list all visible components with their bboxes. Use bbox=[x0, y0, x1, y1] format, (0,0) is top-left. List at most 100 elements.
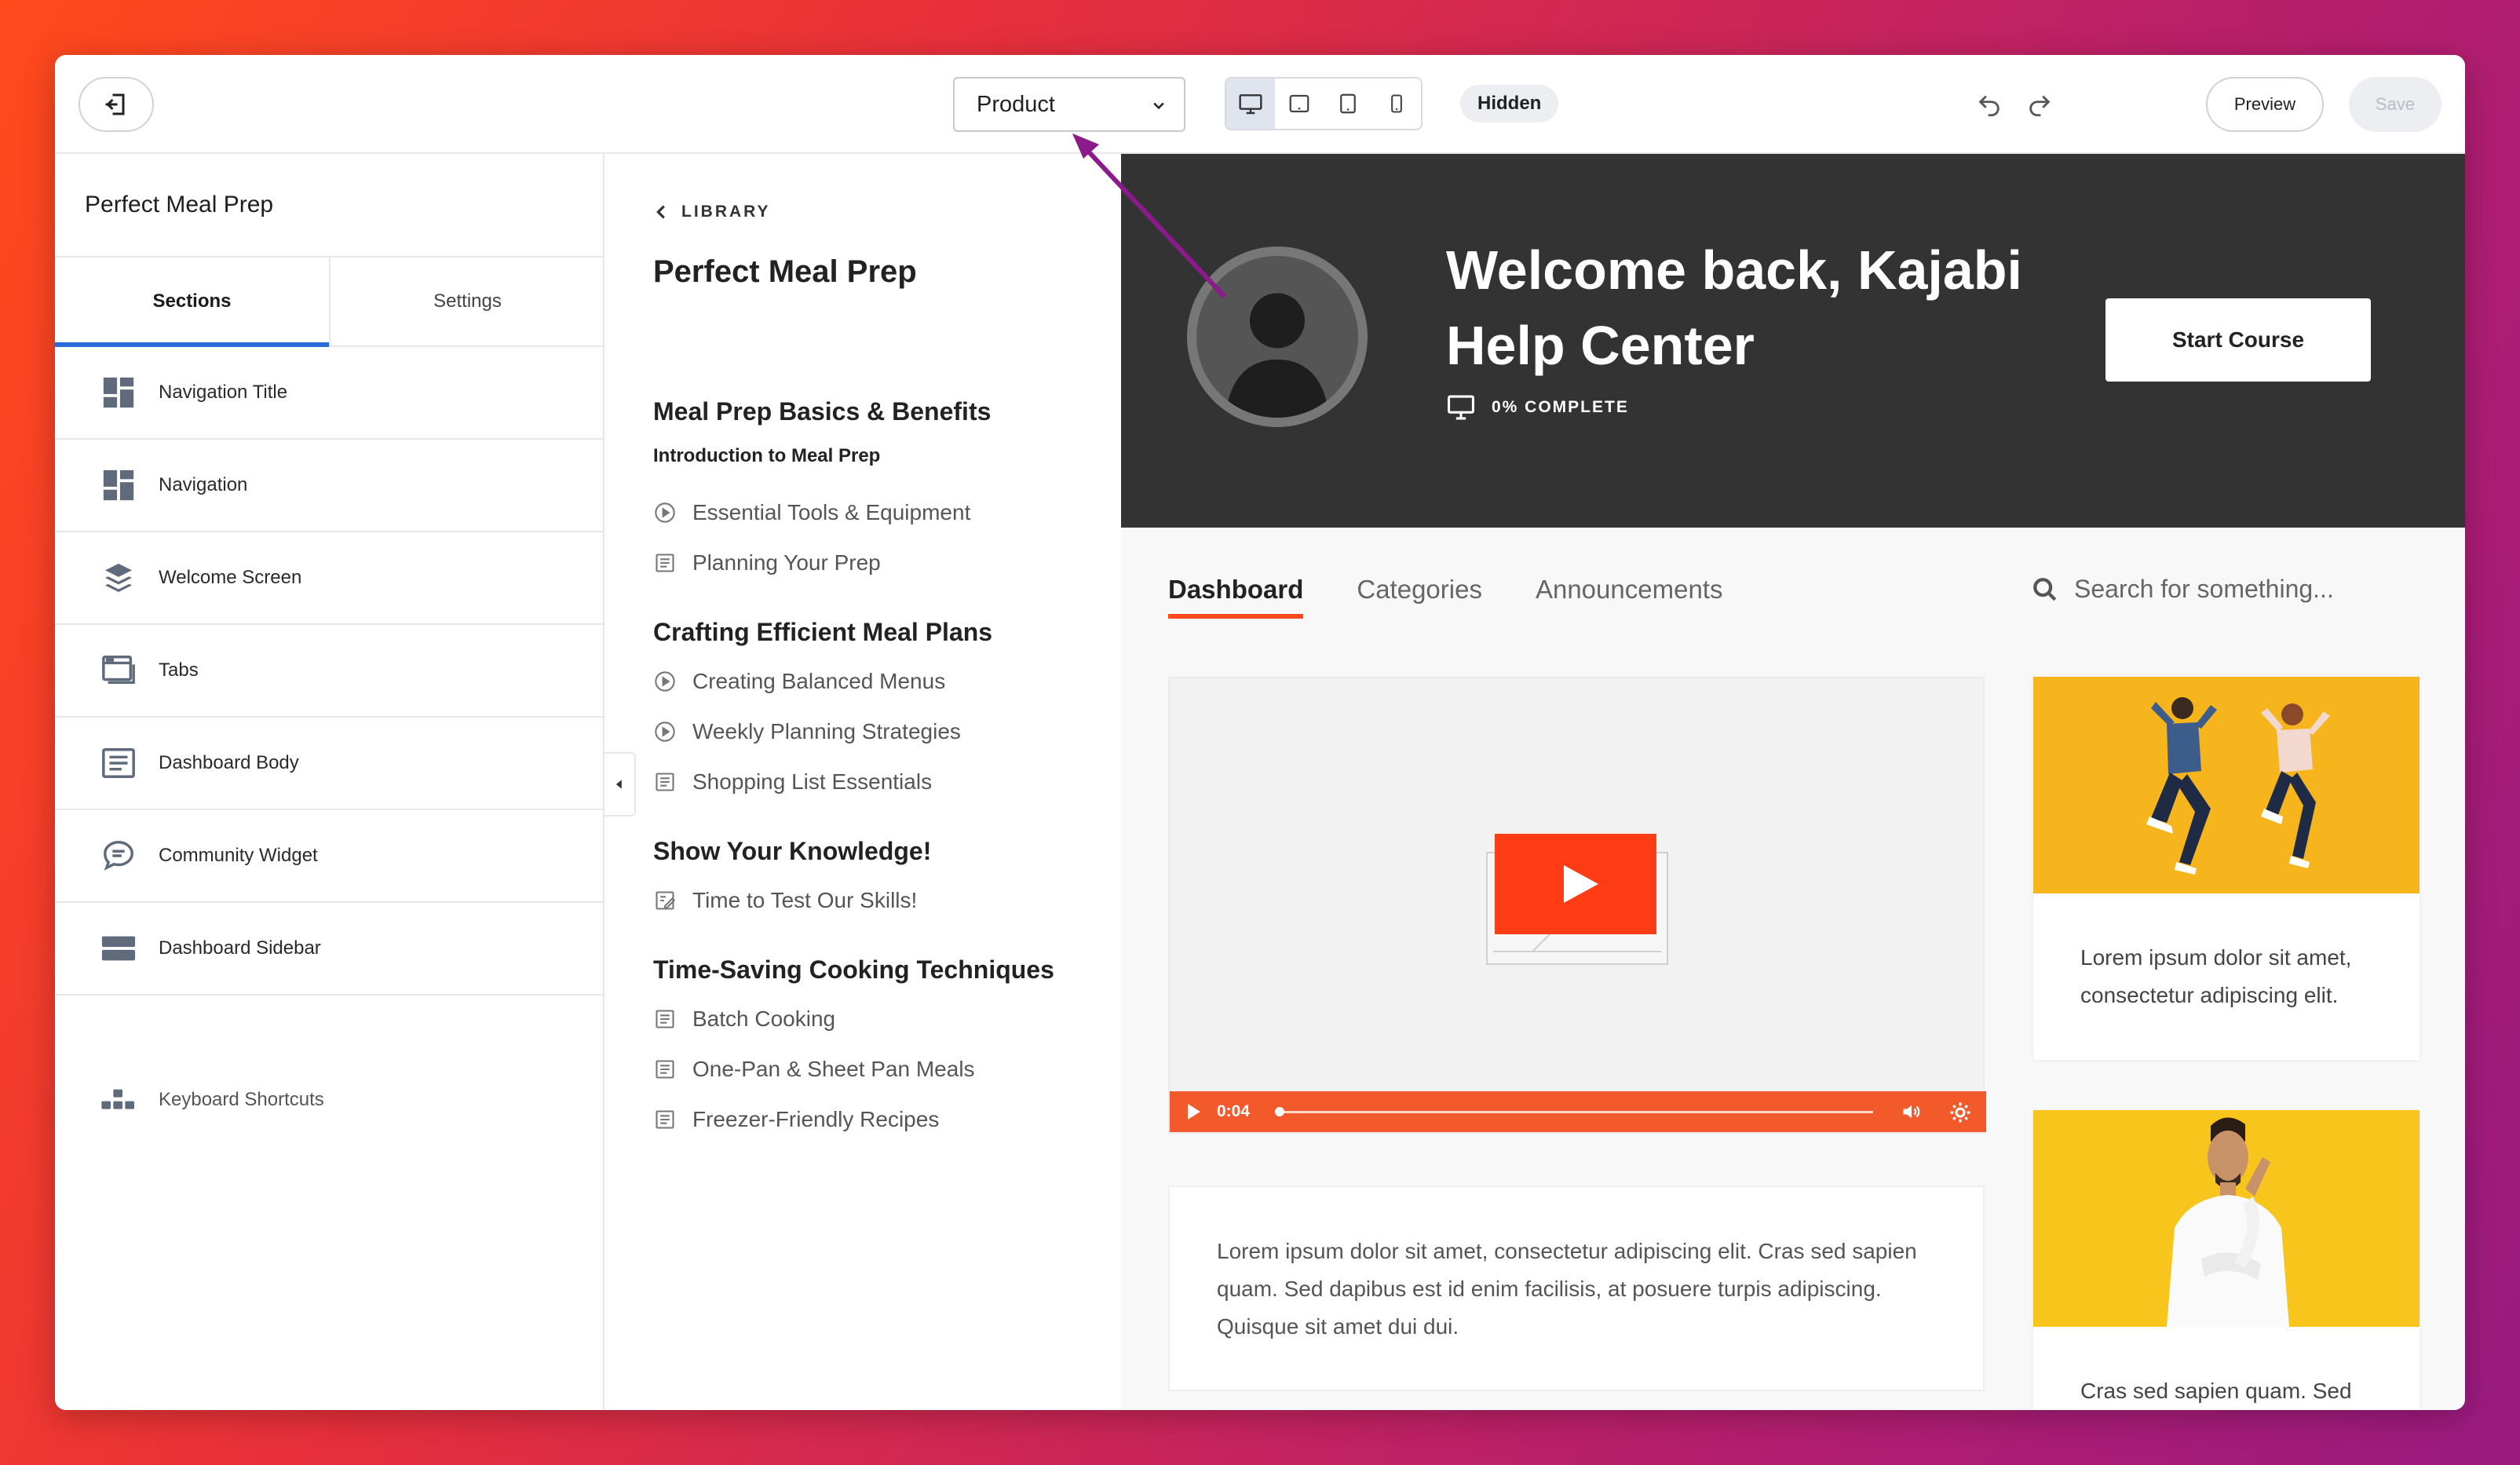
text-doc-icon bbox=[653, 1058, 677, 1081]
lesson-label: Weekly Planning Strategies bbox=[692, 719, 961, 743]
start-course-button[interactable]: Start Course bbox=[2105, 298, 2371, 382]
chat-icon bbox=[99, 836, 138, 875]
section-item-navigation[interactable]: Navigation bbox=[55, 440, 604, 532]
device-tablet-landscape-button[interactable] bbox=[1275, 79, 1324, 129]
lesson-item[interactable]: Time to Test Our Skills! bbox=[653, 875, 1108, 926]
page-type-select[interactable]: Product bbox=[953, 77, 1185, 132]
library-back-label: LIBRARY bbox=[681, 203, 771, 221]
undo-button[interactable] bbox=[1970, 86, 2008, 124]
section-item-navigation-title[interactable]: Navigation Title bbox=[55, 347, 604, 440]
video-progress-track[interactable] bbox=[1280, 1111, 1873, 1113]
tab-categories[interactable]: Categories bbox=[1357, 575, 1482, 617]
search-icon bbox=[2033, 577, 2057, 601]
preview-button[interactable]: Preview bbox=[2206, 77, 2324, 132]
course-library-panel: LIBRARY Perfect Meal Prep Meal Prep Basi… bbox=[606, 154, 1121, 1410]
submodule-title[interactable]: Introduction to Meal Prep bbox=[653, 445, 1108, 467]
visibility-badge[interactable]: Hidden bbox=[1460, 85, 1559, 122]
welcome-hero: Welcome back, Kajabi Help Center 0% COMP… bbox=[1121, 154, 2465, 528]
keyboard-icon bbox=[101, 1089, 134, 1109]
section-item-label: Dashboard Body bbox=[159, 752, 299, 773]
course-progress: 0% COMPLETE bbox=[1446, 394, 1629, 421]
lesson-item[interactable]: Creating Balanced Menus bbox=[653, 656, 1108, 707]
lesson-label: Batch Cooking bbox=[692, 1007, 836, 1031]
play-circle-icon bbox=[653, 720, 677, 743]
video-player[interactable]: 0:04 bbox=[1168, 677, 1986, 1134]
layers-icon bbox=[99, 558, 138, 597]
sidebar-tabs: Sections Settings bbox=[55, 256, 604, 347]
section-item-label: Tabs bbox=[159, 659, 199, 681]
keyboard-shortcuts-label: Keyboard Shortcuts bbox=[159, 1089, 324, 1110]
card-text: Lorem ipsum dolor sit amet, consectetur … bbox=[2080, 945, 2352, 1007]
library-outline: Meal Prep Basics & Benefits Introduction… bbox=[653, 374, 1108, 1145]
layout-icon bbox=[99, 466, 138, 505]
caret-left-icon bbox=[615, 780, 622, 789]
text-doc-icon bbox=[653, 1007, 677, 1031]
card-text: Cras sed sapien quam. Sed bbox=[2080, 1379, 2352, 1403]
tablet-portrait-icon bbox=[1340, 93, 1356, 114]
section-item-community-widget[interactable]: Community Widget bbox=[55, 810, 604, 903]
collapse-panel-button[interactable] bbox=[604, 752, 636, 817]
device-mobile-button[interactable] bbox=[1372, 79, 1421, 129]
module-title[interactable]: Time-Saving Cooking Techniques bbox=[653, 955, 1108, 985]
tab-settings[interactable]: Settings bbox=[329, 258, 604, 345]
lesson-item[interactable]: Weekly Planning Strategies bbox=[653, 707, 1108, 757]
sidebar-card: Lorem ipsum dolor sit amet, consectetur … bbox=[2033, 677, 2420, 1060]
tab-announcements[interactable]: Announcements bbox=[1536, 575, 1723, 617]
module-title[interactable]: Meal Prep Basics & Benefits bbox=[653, 397, 1108, 426]
lesson-item[interactable]: Planning Your Prep bbox=[653, 538, 1108, 588]
video-progress-knob[interactable] bbox=[1275, 1107, 1284, 1116]
text-doc-icon bbox=[653, 770, 677, 794]
tablet-landscape-icon bbox=[1289, 94, 1309, 113]
play-circle-icon bbox=[653, 670, 677, 693]
volume-icon[interactable] bbox=[1900, 1101, 1923, 1123]
device-desktop-button[interactable] bbox=[1226, 79, 1275, 129]
lesson-item[interactable]: Shopping List Essentials bbox=[653, 757, 1108, 807]
gear-icon[interactable] bbox=[1948, 1101, 1972, 1124]
video-placeholder-icon bbox=[1486, 834, 1668, 965]
search-placeholder: Search for something... bbox=[2074, 575, 2334, 603]
browser-tabs-icon bbox=[99, 651, 138, 690]
user-silhouette-icon bbox=[1225, 293, 1329, 418]
text-doc-icon bbox=[653, 1108, 677, 1131]
exit-icon bbox=[105, 93, 125, 115]
play-icon[interactable] bbox=[1185, 1102, 1203, 1121]
section-item-label: Community Widget bbox=[159, 845, 318, 866]
card-image bbox=[2033, 1110, 2420, 1327]
layout-icon bbox=[99, 373, 138, 412]
lesson-label: Planning Your Prep bbox=[692, 550, 881, 575]
section-item-label: Welcome Screen bbox=[159, 567, 302, 588]
module-title[interactable]: Crafting Efficient Meal Plans bbox=[653, 618, 1108, 647]
mobile-icon bbox=[1391, 94, 1402, 113]
lesson-label: Freezer-Friendly Recipes bbox=[692, 1107, 940, 1131]
section-list: Navigation Title Navigation Welcome Scre… bbox=[55, 347, 604, 996]
tab-dashboard[interactable]: Dashboard bbox=[1168, 575, 1304, 619]
tab-sections[interactable]: Sections bbox=[55, 258, 329, 347]
lesson-item[interactable]: Freezer-Friendly Recipes bbox=[653, 1094, 1108, 1145]
quiz-icon bbox=[653, 889, 677, 912]
section-item-dashboard-body[interactable]: Dashboard Body bbox=[55, 718, 604, 810]
lesson-item[interactable]: Batch Cooking bbox=[653, 994, 1108, 1044]
device-tablet-portrait-button[interactable] bbox=[1324, 79, 1372, 129]
section-item-label: Navigation Title bbox=[159, 382, 288, 403]
monitor-icon bbox=[1448, 395, 1474, 420]
keyboard-shortcuts-button[interactable]: Keyboard Shortcuts bbox=[99, 1084, 324, 1116]
library-back-link[interactable]: LIBRARY bbox=[653, 203, 771, 221]
lesson-item[interactable]: Essential Tools & Equipment bbox=[653, 488, 1108, 538]
dashboard-tabs: Dashboard Categories Announcements bbox=[1168, 575, 1776, 619]
lesson-item[interactable]: One-Pan & Sheet Pan Meals bbox=[653, 1044, 1108, 1094]
chevron-left-icon bbox=[656, 205, 665, 219]
module-title[interactable]: Show Your Knowledge! bbox=[653, 837, 1108, 866]
section-item-welcome-screen[interactable]: Welcome Screen bbox=[55, 532, 604, 625]
search-box[interactable]: Search for something... bbox=[2032, 575, 2334, 604]
desktop-icon bbox=[1239, 94, 1262, 115]
exit-button[interactable] bbox=[79, 77, 154, 132]
video-time: 0:04 bbox=[1217, 1102, 1251, 1120]
section-item-dashboard-sidebar[interactable]: Dashboard Sidebar bbox=[55, 903, 604, 996]
progress-label: 0% COMPLETE bbox=[1492, 398, 1629, 416]
section-item-tabs[interactable]: Tabs bbox=[55, 625, 604, 718]
redo-button[interactable] bbox=[2021, 86, 2058, 124]
save-button[interactable]: Save bbox=[2349, 77, 2441, 132]
document-icon bbox=[99, 743, 138, 783]
device-switcher bbox=[1225, 77, 1423, 130]
card-image bbox=[2033, 677, 2420, 893]
